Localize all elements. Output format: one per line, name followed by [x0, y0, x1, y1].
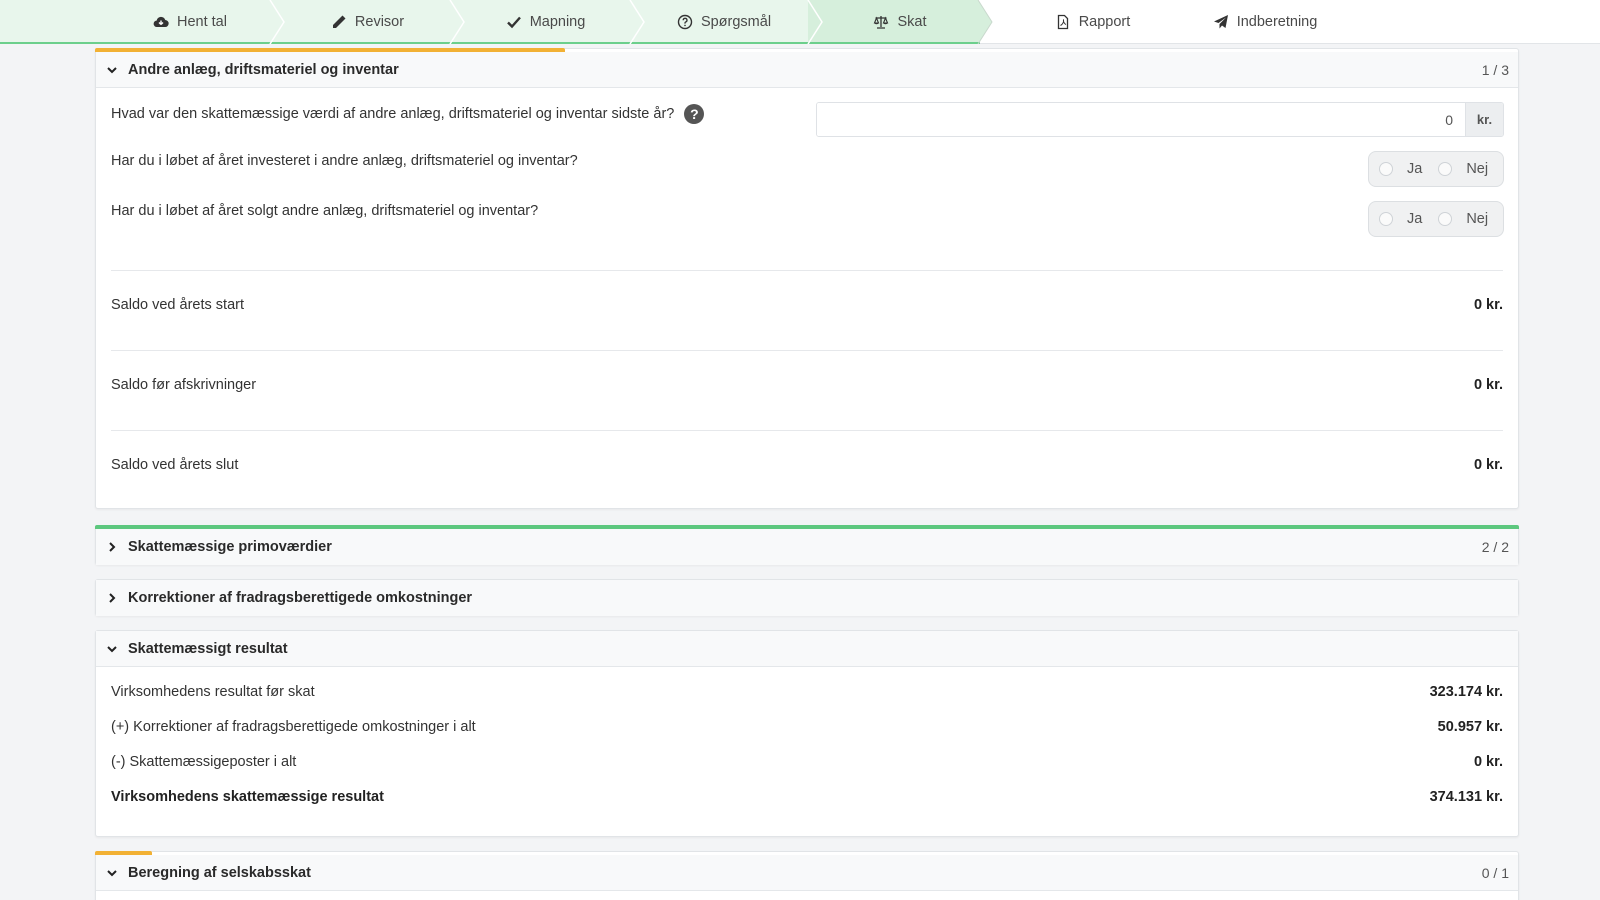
question-text: Hvad var den skattemæssige værdi af andr…: [111, 106, 675, 122]
divider: [111, 350, 1503, 351]
step-label: Mapning: [529, 14, 586, 30]
cloud-download-icon: [153, 14, 169, 30]
step-revisor[interactable]: Revisor: [300, 0, 435, 44]
result-label: (-) Skattemæssigeposter i alt: [111, 754, 297, 770]
radio-label: Ja: [1407, 211, 1423, 227]
result-value: 0 kr.: [1473, 754, 1503, 770]
divider: [111, 430, 1503, 431]
panel-title: Skattemæssigt resultat: [128, 640, 288, 657]
radio-label: Nej: [1466, 161, 1489, 177]
panel-header[interactable]: Beregning af selskabsskat 0 / 1: [96, 855, 1518, 891]
chevron-right-icon: [106, 592, 118, 604]
summary-label: Saldo før afskrivninger: [111, 377, 257, 393]
radio-nej[interactable]: Nej: [1438, 161, 1488, 177]
result-row-total: Virksomhedens skattemæssige resultat 374…: [111, 787, 1503, 807]
panel-andre-anlaeg: Andre anlæg, driftsmateriel og inventar …: [95, 48, 1519, 509]
help-icon[interactable]: ?: [684, 104, 705, 124]
step-hent-tal[interactable]: Hent tal: [120, 0, 260, 44]
summary-value: 0 kr.: [1473, 297, 1503, 313]
radio-circle[interactable]: [1379, 162, 1393, 176]
result-value: 374.131 kr.: [1429, 789, 1503, 805]
panel-header[interactable]: Korrektioner af fradragsberettigede omko…: [96, 580, 1518, 616]
radio-circle[interactable]: [1438, 212, 1453, 226]
chevron-right-icon: [106, 541, 118, 553]
panel-header[interactable]: Skattemæssige primoværdier 2 / 2: [96, 529, 1518, 565]
summary-row-before-depreciation: Saldo før afskrivninger 0 kr.: [111, 375, 1503, 395]
question-text: Har du i løbet af året solgt andre anlæg…: [111, 203, 539, 219]
summary-label: Saldo ved årets slut: [111, 457, 239, 473]
result-row: (-) Skattemæssigeposter i alt 0 kr.: [111, 752, 1503, 772]
summary-value: 0 kr.: [1473, 377, 1503, 393]
radio-label: Nej: [1466, 211, 1489, 227]
result-value: 50.957 kr.: [1437, 719, 1503, 735]
panel-progress-count: 0 / 1: [1481, 864, 1509, 881]
question-circle-icon: [677, 14, 693, 30]
step-label: Revisor: [354, 14, 405, 30]
step-label: Spørgsmål: [700, 14, 772, 30]
radio-circle[interactable]: [1438, 162, 1453, 176]
check-icon: [506, 14, 522, 30]
panel-header[interactable]: Andre anlæg, driftsmateriel og inventar …: [96, 52, 1518, 88]
radio-label: Ja: [1407, 161, 1423, 177]
paper-plane-icon: [1213, 14, 1229, 30]
chevron-down-icon: [106, 643, 118, 655]
panel-title: Andre anlæg, driftsmateriel og inventar: [128, 61, 399, 78]
question-text: Har du i løbet af året investeret i andr…: [111, 153, 578, 169]
radio-nej[interactable]: Nej: [1438, 211, 1488, 227]
radio-ja[interactable]: Ja: [1379, 211, 1422, 227]
file-pdf-icon: [1055, 14, 1071, 30]
panel-header[interactable]: Skattemæssigt resultat: [96, 631, 1518, 667]
step-sporgsmal[interactable]: Spørgsmål: [650, 0, 798, 44]
panel-selskabsskat: Beregning af selskabsskat 0 / 1: [95, 851, 1519, 900]
step-indberetning[interactable]: Indberetning: [1190, 0, 1340, 44]
sold-radio-group: Ja Nej: [1368, 201, 1504, 237]
step-skat[interactable]: Skat: [845, 0, 955, 44]
chevron-down-icon: [106, 64, 118, 76]
step-label: Skat: [897, 14, 927, 30]
panel-korrektioner: Korrektioner af fradragsberettigede omko…: [95, 579, 1519, 616]
chevron-down-icon: [106, 867, 118, 879]
balance-scale-icon: [873, 14, 889, 30]
panel-progress-count: 2 / 2: [1481, 539, 1509, 555]
step-label: Indberetning: [1236, 14, 1318, 30]
panel-skattemaessigt-resultat: Skattemæssigt resultat Virksomhedens res…: [95, 630, 1519, 837]
radio-circle[interactable]: [1379, 212, 1393, 226]
panel-primovaerdier: Skattemæssige primoværdier 2 / 2: [95, 525, 1519, 565]
step-mapning[interactable]: Mapning: [478, 0, 613, 44]
panel-title: Skattemæssige primoværdier: [128, 539, 332, 555]
result-row: (+) Korrektioner af fradragsberettigede …: [111, 717, 1503, 737]
pencil-icon: [331, 14, 347, 30]
panel-title: Korrektioner af fradragsberettigede omko…: [128, 590, 473, 606]
result-label: Virksomhedens resultat før skat: [111, 684, 315, 700]
step-label: Hent tal: [177, 14, 227, 30]
summary-row-end: Saldo ved årets slut 0 kr.: [111, 455, 1503, 475]
invested-radio-group: Ja Nej: [1368, 151, 1504, 187]
amount-input-group: kr.: [816, 102, 1504, 137]
result-label: (+) Korrektioner af fradragsberettigede …: [111, 719, 476, 735]
currency-suffix: kr.: [1465, 103, 1503, 136]
divider: [111, 270, 1503, 271]
summary-value: 0 kr.: [1473, 457, 1503, 473]
summary-row-start: Saldo ved årets start 0 kr.: [111, 295, 1503, 315]
step-rapport[interactable]: Rapport: [1030, 0, 1155, 44]
result-label: Virksomhedens skattemæssige resultat: [111, 789, 384, 805]
panel-progress-count: 1 / 3: [1481, 61, 1509, 78]
summary-label: Saldo ved årets start: [111, 297, 244, 313]
result-value: 323.174 kr.: [1429, 684, 1503, 700]
previous-value-input[interactable]: [817, 103, 1465, 136]
progress-stepper: Hent tal Revisor Mapning Spørgsmål Skat …: [0, 0, 1600, 44]
step-label: Rapport: [1078, 14, 1131, 30]
radio-ja[interactable]: Ja: [1379, 161, 1422, 177]
result-row: Virksomhedens resultat før skat 323.174 …: [111, 682, 1503, 702]
panel-title: Beregning af selskabsskat: [128, 864, 311, 881]
